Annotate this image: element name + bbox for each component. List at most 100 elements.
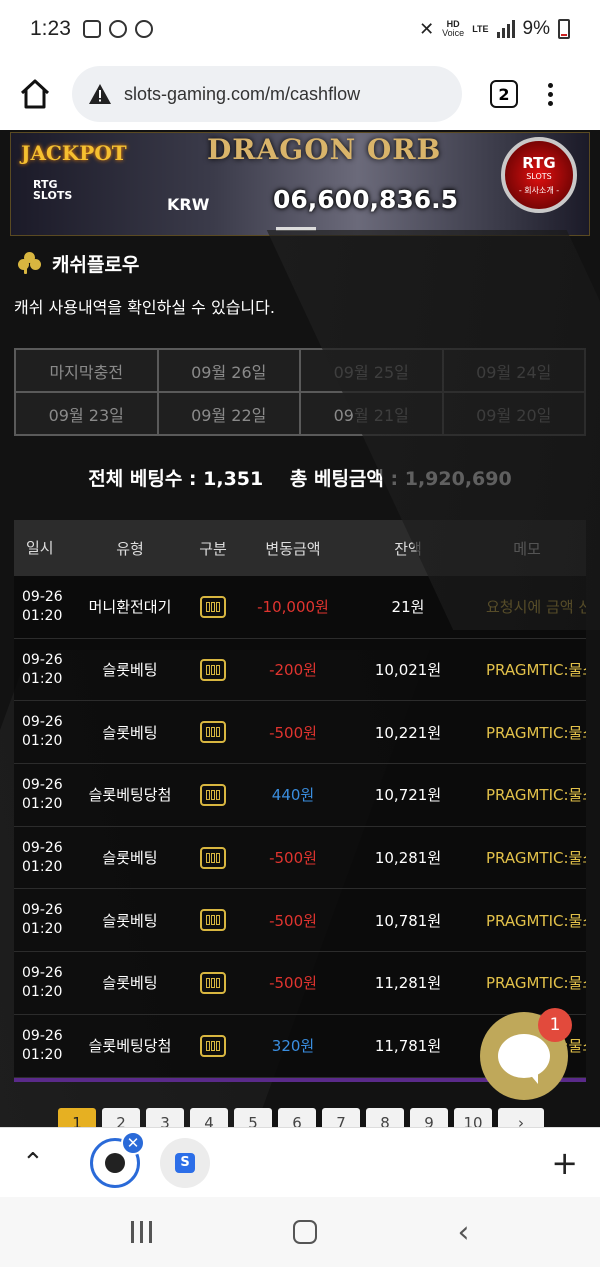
recent-apps-icon[interactable]	[130, 1221, 152, 1243]
row-memo: PRAGMTIC:물소	[486, 849, 586, 868]
table-row: 09-26 01:20 머니환전대기 -10,000원 21원 요청시에 금액 선	[14, 576, 586, 639]
back-icon[interactable]: ‹	[458, 1215, 470, 1250]
date-filter-last-charge[interactable]: 마지막충전	[15, 349, 158, 392]
cashflow-table: 일시 유형 구분 변동금액 잔액 메모 09-26 01:20 머니환전대기 -1…	[14, 520, 586, 1078]
clock: 1:23	[30, 17, 71, 40]
row-datetime: 09-26 01:20	[22, 839, 63, 875]
row-type: 슬롯베팅당첨	[88, 1037, 172, 1056]
header-change: 변동금액	[265, 539, 321, 558]
row-type: 슬롯베팅	[102, 723, 158, 742]
row-balance: 10,281원	[374, 849, 442, 868]
table-row: 09-26 01:20 슬롯베팅 -500원 10,281원 PRAGMTIC:물…	[14, 826, 586, 890]
hd-voice-icon: HD Voice	[442, 19, 465, 38]
nav-home-icon[interactable]	[292, 1220, 317, 1244]
mute-icon: ✕	[419, 18, 435, 39]
slot-machine-icon	[200, 658, 226, 681]
clover-icon	[18, 251, 42, 276]
table-header: 일시 유형 구분 변동금액 잔액 메모	[14, 520, 586, 576]
jackpot-label: JACKPOT	[21, 141, 127, 165]
row-change: -200원	[269, 661, 317, 680]
date-filter-0922[interactable]: 09월 22일	[157, 392, 300, 435]
page-button-7[interactable]: 7	[322, 1108, 360, 1127]
row-balance: 11,781원	[374, 1037, 442, 1056]
date-filter-grid: 마지막충전 09월 26일 09월 25일 09월 24일 09월 23일 09…	[14, 348, 586, 436]
header-datetime: 일시	[26, 538, 54, 557]
tab-thumbnail[interactable]: S	[160, 1137, 210, 1188]
page-button-6[interactable]: 6	[278, 1108, 316, 1127]
slot-machine-icon	[200, 1034, 226, 1057]
page-button-3[interactable]: 3	[146, 1108, 184, 1127]
page-button-1[interactable]: 1	[58, 1108, 96, 1127]
home-icon[interactable]	[16, 75, 54, 113]
page-button-9[interactable]: 9	[410, 1108, 448, 1127]
signal-icon	[496, 20, 515, 38]
header-category: 구분	[199, 539, 227, 558]
date-filter-0923[interactable]: 09월 23일	[15, 392, 158, 435]
header-memo: 메모	[513, 539, 541, 558]
row-change: -500원	[269, 849, 317, 868]
sync-icon	[108, 20, 127, 38]
betting-totals: 전체 베팅수 : 1,351 총 베팅금액 : 1,920,690	[0, 464, 600, 491]
jackpot-banner[interactable]: JACKPOT RTG SLOTS DRAGON ORB KRW 06,600,8…	[10, 132, 590, 236]
site-favicon-icon: S	[175, 1152, 195, 1173]
page-button-4[interactable]: 4	[190, 1108, 228, 1127]
page-button-5[interactable]: 5	[234, 1108, 272, 1127]
slot-machine-icon	[200, 595, 226, 618]
battery-percent: 9%	[522, 18, 550, 39]
slot-machine-icon	[200, 783, 226, 806]
browser-menu-button[interactable]	[548, 82, 553, 106]
table-row: 09-26 01:20 슬롯베팅 -500원 10,781원 PRAGMTIC:물…	[14, 889, 586, 953]
chevron-up-icon[interactable]: ⌃	[22, 1148, 52, 1178]
row-balance: 10,781원	[374, 911, 442, 930]
slot-machine-icon	[200, 721, 226, 744]
row-change: -500원	[269, 911, 317, 930]
pagination: 1 2 3 4 5 6 7 8 9 10 ›	[58, 1108, 544, 1127]
rtg-logo: RTG SLOTS	[33, 178, 73, 202]
table-row: 09-26 01:20 슬롯베팅 -500원 10,221원 PRAGMTIC:물…	[14, 701, 586, 765]
game-title: DRAGON ORB	[207, 133, 442, 166]
date-filter-0925[interactable]: 09월 25일	[300, 349, 443, 392]
row-change: -10,000원	[257, 598, 329, 617]
row-change: -500원	[269, 723, 317, 742]
battery-icon	[558, 19, 570, 39]
page-button-2[interactable]: 2	[102, 1108, 140, 1127]
date-filter-0924[interactable]: 09월 24일	[442, 349, 585, 392]
address-bar[interactable]: slots-gaming.com/m/cashflow	[72, 66, 462, 122]
date-filter-0926[interactable]: 09월 26일	[157, 349, 300, 392]
close-tab-icon[interactable]: ✕	[121, 1130, 145, 1155]
header-type: 유형	[116, 539, 144, 558]
page-button-10[interactable]: 10	[454, 1108, 492, 1127]
row-balance: 10,021원	[374, 661, 442, 680]
row-memo: PRAGMTIC:물소	[486, 661, 586, 680]
row-type: 슬롯베팅당첨	[88, 786, 172, 805]
row-memo: PRAGMTIC:물소	[486, 723, 586, 742]
page-next-button[interactable]: ›	[498, 1108, 544, 1127]
total-bet-count: 전체 베팅수 : 1,351	[88, 468, 264, 490]
jackpot-amount: 06,600,836.5	[273, 185, 459, 214]
table-row: 09-26 01:20 슬롯베팅 -500원 11,281원 PRAGMTIC:물…	[14, 952, 586, 1015]
table-row: 09-26 01:20 슬롯베팅당첨 440원 10,721원 PRAGMTIC:…	[14, 764, 586, 827]
active-tab-thumbnail[interactable]: ✕	[90, 1130, 145, 1188]
rtg-company-badge[interactable]: RTG SLOTS - 회사소개 -	[501, 137, 577, 213]
page-subtitle: 캐쉬 사용내역을 확인하실 수 있습니다.	[14, 298, 275, 317]
currency-label: KRW	[167, 195, 210, 214]
browser-toolbar: slots-gaming.com/m/cashflow 2	[0, 58, 600, 130]
date-filter-0920[interactable]: 09월 20일	[442, 392, 585, 435]
page-button-8[interactable]: 8	[366, 1108, 404, 1127]
row-balance: 11,281원	[374, 974, 442, 993]
tab-switcher-button[interactable]: 2	[490, 80, 518, 108]
web-page: JACKPOT RTG SLOTS DRAGON ORB KRW 06,600,8…	[0, 130, 600, 1127]
slot-machine-icon	[200, 909, 226, 932]
slot-machine-icon	[200, 846, 226, 869]
new-tab-plus-icon[interactable]: +	[551, 1144, 578, 1182]
chat-bubble-icon	[498, 1034, 550, 1084]
warning-icon[interactable]	[88, 83, 112, 105]
browser-tab-bar: ⌃ ✕ S +	[0, 1127, 600, 1197]
row-change: -500원	[269, 974, 317, 993]
url-text[interactable]: slots-gaming.com/m/cashflow	[124, 84, 360, 105]
page-title: 캐쉬플로우	[18, 250, 139, 277]
row-balance: 10,221원	[374, 723, 442, 742]
date-filter-0921[interactable]: 09월 21일	[300, 392, 443, 435]
row-memo: PRAGMTIC:물소	[486, 911, 586, 930]
total-bet-amount: 총 베팅금액 : 1,920,690	[289, 468, 512, 490]
